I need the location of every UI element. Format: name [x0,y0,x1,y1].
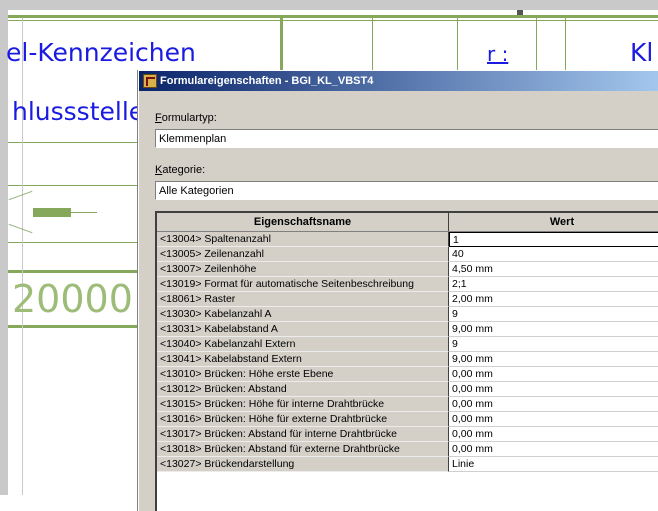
drawing-line [8,142,138,143]
drawing-left-border [0,0,8,495]
property-name-cell[interactable]: <13004> Spaltenanzahl [157,232,449,247]
kategorie-field[interactable]: Alle Kategorien [155,181,658,200]
property-name-cell[interactable]: <13016> Brücken: Höhe für externe Drahtb… [157,412,449,427]
property-name-cell[interactable]: <13012> Brücken: Abstand [157,382,449,397]
drawing-line [8,20,658,21]
table-row[interactable]: <13019> Format für automatische Seitenbe… [157,277,658,292]
table-row[interactable]: <13018> Brücken: Abstand für externe Dra… [157,442,658,457]
drawing-line [8,325,138,328]
drawing-top-border [0,0,658,10]
property-grid[interactable]: Eigenschaftsname Wert <13004> Spaltenanz… [155,211,658,511]
drawing-line [280,18,283,70]
property-name-cell[interactable]: <13019> Format für automatische Seitenbe… [157,277,449,292]
property-name-cell[interactable]: <13040> Kabelanzahl Extern [157,337,449,352]
table-row[interactable]: <18061> Raster 2,00 mm [157,292,658,307]
table-row[interactable]: <13030> Kabelanzahl A9 [157,307,658,322]
property-value-cell[interactable]: 0,00 mm [449,412,658,427]
drawing-line [22,18,23,495]
drawing-line [457,18,458,70]
table-row[interactable]: <13007> Zeilenhöhe 4,50 mm [157,262,658,277]
property-value-cell[interactable]: 4,50 mm [449,262,658,277]
property-value-cell[interactable]: 0,00 mm [449,382,658,397]
property-value-cell[interactable]: 9,00 mm [449,352,658,367]
property-name-cell[interactable]: <13007> Zeilenhöhe [157,262,449,277]
drawing-text-kl: Kl [630,38,654,67]
form-icon [143,74,157,88]
drawing-text-colon: r : [487,42,509,66]
drawing-line [372,18,373,70]
property-grid-header: Eigenschaftsname Wert [157,213,658,232]
drawing-line [8,242,138,243]
table-row[interactable]: <13012> Brücken: Abstand 0,00 mm [157,382,658,397]
property-name-cell[interactable]: <13041> Kabelabstand Extern [157,352,449,367]
property-value-cell[interactable]: Linie [449,457,658,472]
drawing-text-kennzeichen: el-Kennzeichen [6,38,196,67]
property-value-cell[interactable]: 0,00 mm [449,442,658,457]
drawing-line [536,18,537,70]
kategorie-label: Kategorie: [155,164,205,176]
form-properties-dialog: Formulareigenschaften - BGI_KL_VBST4 For… [138,70,658,511]
table-row[interactable]: <13027> Brückendarstellung Linie [157,457,658,472]
drawing-symbol [33,208,71,217]
column-header-value[interactable]: Wert [449,213,658,231]
drawing-text-anschlussstelle: hlussstelle [12,97,145,126]
property-value-cell[interactable]: 9 [449,337,658,352]
property-name-cell[interactable]: <13015> Brücken: Höhe für interne Drahtb… [157,397,449,412]
property-value-cell[interactable]: 0,00 mm [449,397,658,412]
property-value-cell[interactable]: 0,00 mm [449,367,658,382]
drawing-line [565,18,566,70]
property-name-cell[interactable]: <13027> Brückendarstellung [157,457,449,472]
table-row[interactable]: <13010> Brücken: Höhe erste Ebene 0,00 mm [157,367,658,382]
property-value-cell[interactable]: 0,00 mm [449,427,658,442]
table-row[interactable]: <13015> Brücken: Höhe für interne Drahtb… [157,397,658,412]
property-value-cell[interactable]: 40 [449,247,658,262]
drawing-symbol [71,212,97,213]
drawing-line [8,15,658,18]
property-value-cell[interactable]: 9 [449,307,658,322]
property-grid-body: <13004> Spaltenanzahl 1 <13005> Zeilenanza… [157,232,658,472]
column-header-name[interactable]: Eigenschaftsname [157,213,449,231]
drawing-line [8,185,138,186]
table-row[interactable]: <13040> Kabelanzahl Extern 9 [157,337,658,352]
property-name-cell[interactable]: <13010> Brücken: Höhe erste Ebene [157,367,449,382]
property-name-cell[interactable]: <13017> Brücken: Abstand für interne Dra… [157,427,449,442]
property-value-cell[interactable]: 2;1 [449,277,658,292]
formulartyp-label-text: ormulartyp: [161,112,217,124]
drawing-line [8,223,33,234]
dialog-titlebar[interactable]: Formulareigenschaften - BGI_KL_VBST4 [139,71,658,91]
kategorie-label-text: ategorie: [162,164,206,176]
property-name-cell[interactable]: <13031> Kabelabstand A [157,322,449,337]
formulartyp-label: Formulartyp: [155,112,217,124]
table-row[interactable]: <13031> Kabelabstand A 9,00 mm [157,322,658,337]
property-value-cell-active[interactable]: 1 [449,232,658,247]
table-row[interactable]: <13005> Zeilenanzahl 40 [157,247,658,262]
drawing-line [8,190,33,201]
property-name-cell[interactable]: <18061> Raster [157,292,449,307]
formulartyp-label-accesskey: F [155,112,162,124]
property-value-cell[interactable]: 2,00 mm [449,292,658,307]
table-row[interactable]: <13017> Brücken: Abstand für interne Dra… [157,427,658,442]
table-row[interactable]: <13004> Spaltenanzahl 1 [157,232,658,247]
property-name-cell[interactable]: <13005> Zeilenanzahl [157,247,449,262]
dialog-title: Formulareigenschaften - BGI_KL_VBST4 [160,75,374,87]
formulartyp-field[interactable]: Klemmenplan [155,129,658,148]
table-row[interactable]: <13041> Kabelabstand Extern 9,00 mm [157,352,658,367]
property-name-cell[interactable]: <13030> Kabelanzahl A [157,307,449,322]
drawing-line [8,270,138,273]
property-value-cell[interactable]: 9,00 mm [449,322,658,337]
table-row[interactable]: <13016> Brücken: Höhe für externe Drahtb… [157,412,658,427]
property-name-cell[interactable]: <13018> Brücken: Abstand für externe Dra… [157,442,449,457]
drawing-text-number: 20000 [12,277,133,321]
